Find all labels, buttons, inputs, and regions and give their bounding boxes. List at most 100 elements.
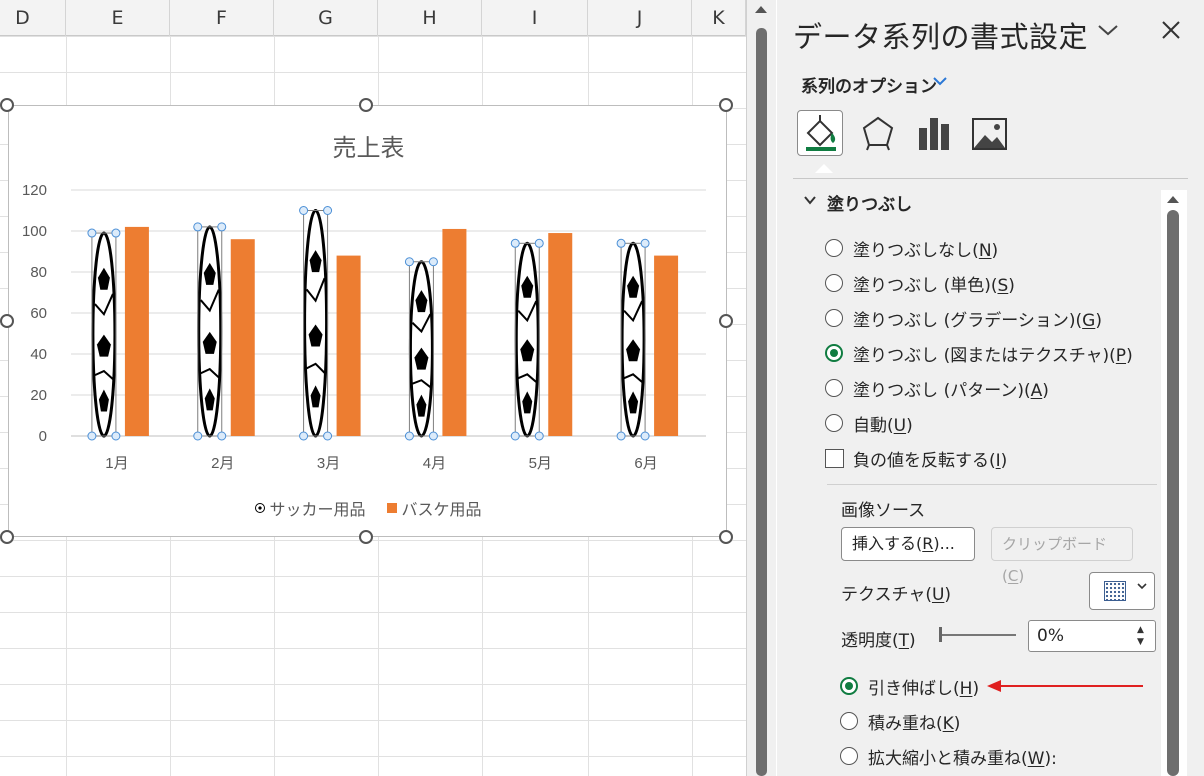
selection-handle <box>534 238 544 248</box>
pane-scroll-up-arrow-icon[interactable] <box>1167 196 1179 203</box>
chart-area[interactable]: 売上表 0 20 40 60 80 100 120 1月 2月 3月 4月 5月 6月 サッカー用品 バ… <box>8 105 727 537</box>
basket-bar[interactable] <box>230 239 255 436</box>
red-arrow-annotation <box>987 680 1143 692</box>
checkbox-box[interactable] <box>825 448 844 468</box>
resize-handle[interactable] <box>0 530 14 544</box>
soccer-bar[interactable] <box>404 257 438 441</box>
chart-legend[interactable]: サッカー用品 バスケ用品 <box>9 496 728 520</box>
x-tick-label: 2月 <box>211 455 234 472</box>
column-header-j[interactable]: J <box>588 0 692 36</box>
stretch-option-label: 引き伸ばし(H) <box>868 678 980 699</box>
radio-button[interactable] <box>825 239 843 257</box>
selection-handle <box>534 431 544 441</box>
soccer-bar[interactable] <box>616 238 650 441</box>
sheet-scrollbar-thumb[interactable] <box>756 28 767 776</box>
radio-button[interactable] <box>825 274 843 292</box>
column-header-i[interactable]: I <box>482 0 588 36</box>
radio-button[interactable] <box>825 309 843 327</box>
fill-option-radio-2[interactable]: 塗りつぶし (グラデーション)(G) <box>825 305 1102 331</box>
fill-option-radio-5[interactable]: 自動(U) <box>825 410 913 436</box>
row-gridline <box>0 540 746 541</box>
selection-handle <box>111 228 121 238</box>
series-options-tab-icon[interactable] <box>911 110 957 156</box>
transparency-input[interactable]: 0% ▲ ▼ <box>1028 620 1156 652</box>
texture-dropdown[interactable] <box>1089 572 1155 610</box>
fill-section-header[interactable]: 塗りつぶし <box>827 190 912 215</box>
chart-plot[interactable]: 0 20 40 60 80 100 120 1月 2月 3月 4月 5月 6月 <box>9 106 728 538</box>
legend-item-basket[interactable]: バスケ用品 <box>386 496 482 520</box>
soccer-bar[interactable] <box>510 238 544 441</box>
stretch-option-radio-1[interactable]: 積み重ね(K) <box>840 708 960 734</box>
resize-handle[interactable] <box>719 530 733 544</box>
spin-down-icon[interactable]: ▼ <box>1137 637 1144 647</box>
basket-bar[interactable] <box>548 233 573 436</box>
basket-bar[interactable] <box>124 226 149 436</box>
spin-up-icon[interactable]: ▲ <box>1137 625 1144 635</box>
selection-handle <box>404 431 414 441</box>
row-gridline <box>0 36 746 37</box>
scroll-up-arrow-icon[interactable] <box>755 6 767 13</box>
radio-button[interactable] <box>840 677 858 695</box>
clipboard-button[interactable]: クリップボード(C) <box>991 527 1133 585</box>
x-tick-label: 5月 <box>529 455 552 472</box>
soccer-bar[interactable] <box>87 228 121 441</box>
y-tick-label: 40 <box>30 346 47 363</box>
image-source-label: 画像ソース <box>841 501 926 521</box>
pane-options-chevron-icon[interactable] <box>1097 18 1119 43</box>
resize-handle[interactable] <box>719 98 733 112</box>
column-header-g[interactable]: G <box>274 0 378 36</box>
fill-option-radio-1[interactable]: 塗りつぶし (単色)(S) <box>825 270 1015 296</box>
radio-button[interactable] <box>825 379 843 397</box>
legend-swatch-basket <box>386 503 397 513</box>
soccer-bar[interactable] <box>193 222 227 441</box>
column-header-k[interactable]: K <box>692 0 746 36</box>
picture-tab-icon[interactable] <box>967 110 1013 156</box>
radio-button[interactable] <box>825 414 843 432</box>
basket-bar[interactable] <box>336 255 361 436</box>
column-header-h[interactable]: H <box>378 0 482 36</box>
legend-item-soccer[interactable]: サッカー用品 <box>255 496 365 520</box>
y-tick-label: 0 <box>39 428 47 445</box>
selection-handle <box>404 257 414 267</box>
column-header-f[interactable]: F <box>170 0 274 36</box>
resize-handle[interactable] <box>0 314 14 328</box>
stretch-option-label: 積み重ね(K) <box>868 713 961 734</box>
close-icon[interactable] <box>1161 14 1181 47</box>
basket-bar[interactable] <box>442 228 467 436</box>
pane-title: データ系列の書式設定 <box>793 20 1089 54</box>
radio-button[interactable] <box>825 344 843 362</box>
resize-handle[interactable] <box>0 98 14 112</box>
fill-line-tab-icon[interactable] <box>797 110 843 156</box>
spreadsheet-area[interactable]: DEFGHIJK 売上表 0 20 40 60 80 100 120 1月 2月 3月 4月 5月 6月… <box>0 0 746 776</box>
stretch-option-radio-0[interactable]: 引き伸ばし(H) <box>840 673 979 699</box>
radio-button[interactable] <box>840 712 858 730</box>
transparency-slider-track[interactable] <box>941 634 1016 636</box>
section-collapse-chevron-icon[interactable] <box>803 192 817 210</box>
column-header-e[interactable]: E <box>66 0 170 36</box>
stretch-option-radio-2[interactable]: 拡大縮小と積み重ね(W): <box>840 743 1057 769</box>
transparency-slider-thumb[interactable] <box>939 627 942 642</box>
basket-bar[interactable] <box>654 255 679 436</box>
resize-handle[interactable] <box>359 98 373 112</box>
selection-handle <box>616 431 626 441</box>
fill-option-label: 塗りつぶし (パターン)(A) <box>853 380 1049 401</box>
resize-handle[interactable] <box>359 530 373 544</box>
selection-handle <box>299 431 309 441</box>
radio-button[interactable] <box>840 747 858 765</box>
fill-option-radio-3[interactable]: 塗りつぶし (図またはテクスチャ)(P) <box>825 340 1133 366</box>
series-options-chevron-icon[interactable] <box>932 72 948 91</box>
effects-tab-icon[interactable] <box>855 110 901 156</box>
column-header-d[interactable]: D <box>0 0 66 36</box>
fill-option-radio-4[interactable]: 塗りつぶし (パターン)(A) <box>825 375 1049 401</box>
row-gridline <box>0 684 746 685</box>
resize-handle[interactable] <box>719 314 733 328</box>
transparency-value: 0% <box>1037 626 1064 646</box>
selection-handle <box>193 222 203 232</box>
series-options-label[interactable]: 系列のオプション <box>801 72 937 97</box>
pane-scrollbar-thumb[interactable] <box>1167 210 1179 776</box>
invert-if-negative-checkbox[interactable]: 負の値を反転する(I) <box>825 445 1007 471</box>
insert-picture-button[interactable]: 挿入する(R)... <box>841 527 975 561</box>
fill-option-radio-0[interactable]: 塗りつぶしなし(N) <box>825 235 998 261</box>
selection-handle <box>299 206 309 215</box>
soccer-bar[interactable] <box>299 206 333 441</box>
